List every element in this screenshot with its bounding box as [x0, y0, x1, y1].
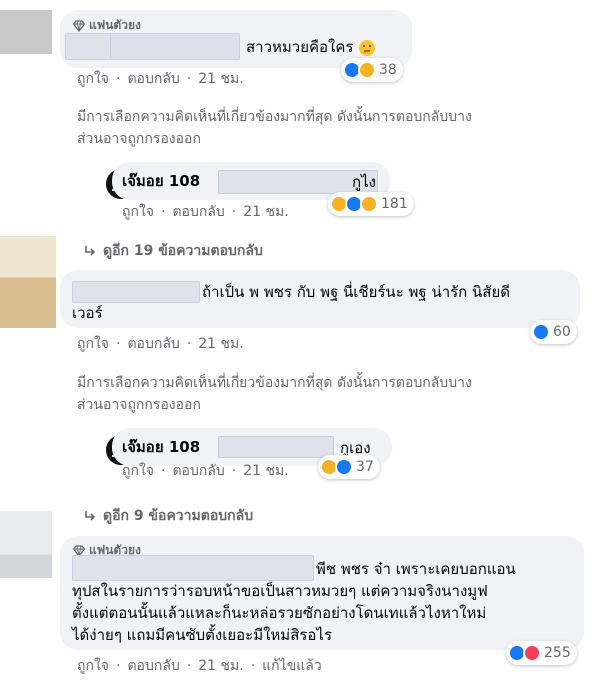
separator-dot: ·	[186, 336, 192, 352]
view-more-replies-1[interactable]: ดูอีก 19 ข้อความตอบกลับ	[83, 240, 263, 262]
separator-dot: ·	[231, 463, 237, 479]
reaction-summary-4[interactable]: 37	[318, 455, 380, 479]
reply-button[interactable]: ตอบกลับ	[172, 201, 224, 223]
reply-actions-2: ถูกใจ · ตอบกลับ · 21 ชม.	[122, 460, 289, 482]
reply-button[interactable]: ตอบกลับ	[127, 333, 179, 355]
comment-text-2-line2: เวอร์	[72, 304, 103, 322]
separator-dot: ·	[186, 71, 192, 87]
redacted-name-1b	[110, 33, 240, 60]
comment-actions-3: ถูกใจ · ตอบกลับ · 21 ชม. · แก้ไขแล้ว	[77, 655, 322, 677]
separator-dot: ·	[250, 658, 256, 674]
comment-actions-1: ถูกใจ · ตอบกลับ · 21 ชม.	[77, 68, 244, 90]
reply-author-2[interactable]: เจ๊มอย 108	[122, 436, 200, 458]
filtered-replies-notice-1: มีการเลือกความคิดเห็นที่เกี่ยวข้องมากที่…	[77, 109, 472, 147]
like-button[interactable]: ถูกใจ	[77, 333, 109, 355]
filtered-replies-notice-2: มีการเลือกความคิดเห็นที่เกี่ยวข้องมากที่…	[77, 375, 472, 413]
like-button[interactable]: ถูกใจ	[122, 460, 154, 482]
reply-author-1[interactable]: เจ๊มอย 108	[122, 170, 200, 192]
view-more-replies-2[interactable]: ดูอีก 9 ข้อความตอบกลับ	[83, 505, 253, 527]
comment-actions-2: ถูกใจ · ตอบกลับ · 21 ชม.	[77, 333, 244, 355]
reaction-summary-3[interactable]: 60	[530, 320, 577, 344]
separator-dot: ·	[161, 204, 166, 220]
reply-actions-1: ถูกใจ · ตอบกลับ · 21 ชม.	[122, 201, 289, 223]
reply-text-1: กูไง	[352, 173, 376, 191]
reaction-summary-2[interactable]: 181	[328, 192, 414, 216]
thinking-emoji-icon	[359, 39, 376, 56]
reaction-count-3: 60	[553, 324, 571, 340]
separator-dot: ·	[116, 71, 121, 87]
redacted-name-5	[72, 555, 314, 581]
separator-dot: ·	[116, 336, 121, 352]
comment-text-1: สาวหมวยคือใคร	[246, 36, 376, 58]
timestamp-link[interactable]: 21 ชม.	[198, 68, 243, 90]
like-reaction-icon	[532, 323, 550, 341]
reaction-count-1: 38	[379, 62, 397, 78]
like-reaction-icon	[335, 458, 353, 476]
love-reaction-icon	[523, 644, 541, 662]
like-button[interactable]: ถูกใจ	[77, 68, 109, 90]
separator-dot: ·	[186, 658, 192, 674]
like-button[interactable]: ถูกใจ	[122, 201, 154, 223]
reaction-count-2: 181	[381, 196, 408, 212]
like-button[interactable]: ถูกใจ	[77, 655, 109, 677]
comment-text-2-line1: ถ้าเป็น พ พชร กับ พฐ นี่เชียร์นะ พฐ น่าร…	[202, 283, 510, 301]
edited-label[interactable]: แก้ไขแล้ว	[262, 655, 322, 677]
diamond-icon	[73, 19, 85, 32]
separator-dot: ·	[231, 204, 237, 220]
timestamp-link[interactable]: 21 ชม.	[198, 333, 243, 355]
redacted-name-3	[72, 281, 200, 303]
comment-text-3-line3: ตั้งแต่ตอนนั้นแล้วแหละก็นะหล่อรวยซักอย่า…	[72, 604, 487, 622]
reaction-count-4: 37	[356, 459, 374, 475]
comment-text-3-line2: ทุปสในรายการว่ารอบหน้าขอเป็นสาวหมวยๆ แต่…	[72, 582, 488, 600]
separator-dot: ·	[161, 463, 166, 479]
avatar-redacted-1[interactable]	[0, 10, 52, 54]
separator-dot: ·	[116, 658, 121, 674]
reaction-summary-5[interactable]: 255	[506, 641, 577, 665]
reply-arrow-icon	[85, 511, 96, 521]
reaction-count-5: 255	[544, 645, 571, 661]
reaction-summary-1[interactable]: 38	[341, 58, 403, 82]
comment-text-3-line4: ได้ง่ายๆ แถมมีคนซับตั้งเยอะมีใหม่สิรอไร	[72, 626, 333, 644]
wow-reaction-icon	[360, 195, 378, 213]
haha-reaction-icon	[358, 61, 376, 79]
avatar-redacted-3[interactable]	[0, 511, 52, 578]
reply-button[interactable]: ตอบกลับ	[127, 655, 179, 677]
redacted-name-4	[218, 436, 334, 458]
timestamp-link[interactable]: 21 ชม.	[243, 201, 288, 223]
comment-text-3-line1: พีช พชร จ๋า เพราะเคยบอกแอน	[316, 560, 516, 578]
timestamp-link[interactable]: 21 ชม.	[198, 655, 243, 677]
reply-arrow-icon	[85, 246, 96, 256]
reply-button[interactable]: ตอบกลับ	[127, 68, 179, 90]
timestamp-link[interactable]: 21 ชม.	[243, 460, 288, 482]
avatar-redacted-2[interactable]	[0, 236, 56, 328]
reply-button[interactable]: ตอบกลับ	[172, 460, 224, 482]
